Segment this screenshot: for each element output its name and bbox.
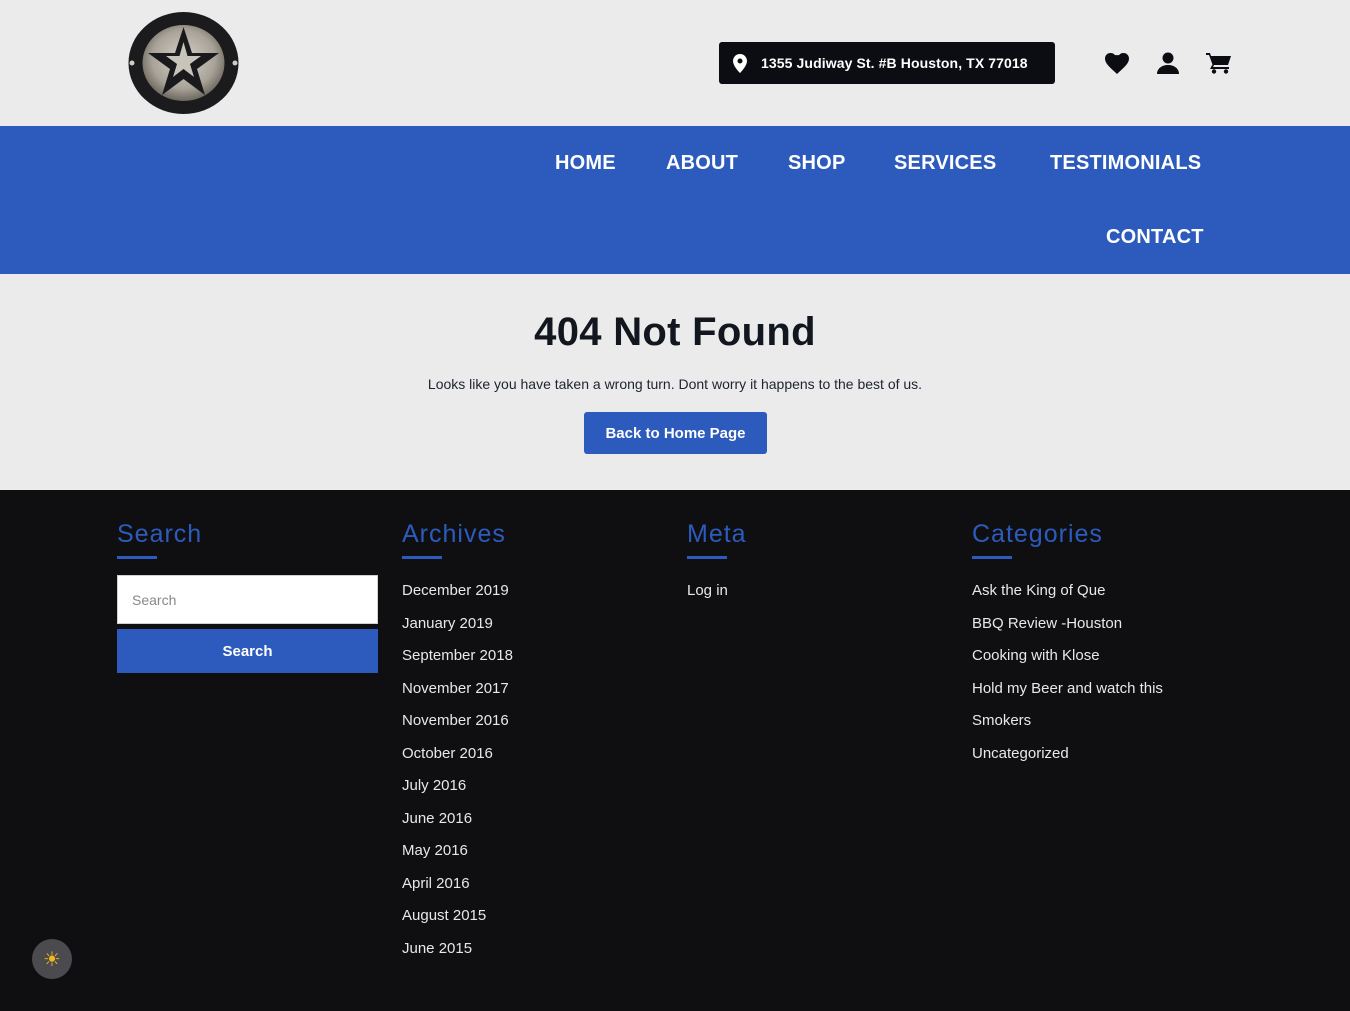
category-link[interactable]: Ask the King of Que (972, 582, 1105, 599)
nav-item-about[interactable]: ABOUT (666, 152, 738, 175)
search-button[interactable]: Search (117, 629, 378, 673)
footer: Search Search Archives December 2019 Jan… (0, 490, 1350, 1011)
archive-link[interactable]: June 2015 (402, 940, 472, 957)
nav-item-home[interactable]: HOME (555, 152, 616, 175)
sun-icon: ☀ (43, 948, 61, 971)
category-link[interactable]: Smokers (972, 712, 1031, 729)
main-navigation: HOME ABOUT SHOP SERVICES TESTIMONIALS CO… (0, 126, 1350, 274)
page-subtitle: Looks like you have taken a wrong turn. … (427, 376, 923, 392)
log-in-link[interactable]: Log in (687, 582, 728, 599)
nav-item-contact[interactable]: CONTACT (1106, 226, 1204, 249)
archive-link[interactable]: August 2015 (402, 907, 486, 924)
heart-icon[interactable] (1104, 50, 1130, 76)
title-underline (687, 556, 727, 559)
title-underline (972, 556, 1012, 559)
address-button[interactable]: 1355 Judiway St. #B Houston, TX 77018 (719, 42, 1055, 84)
title-underline (117, 556, 157, 559)
widget-title: Archives (402, 520, 506, 548)
nav-item-shop[interactable]: SHOP (788, 152, 845, 175)
page-title: 404 Not Found (534, 310, 816, 354)
map-pin-icon (733, 53, 749, 73)
site-logo[interactable] (127, 10, 240, 116)
category-link[interactable]: Hold my Beer and watch this (972, 680, 1163, 697)
widget-title: Search (117, 520, 203, 548)
title-underline (402, 556, 442, 559)
archive-link[interactable]: October 2016 (402, 745, 493, 762)
archive-link[interactable]: November 2017 (402, 680, 509, 697)
header: 1355 Judiway St. #B Houston, TX 77018 (0, 0, 1350, 126)
archive-link[interactable]: April 2016 (402, 875, 470, 892)
widget-title: Categories (972, 520, 1103, 548)
nav-item-services[interactable]: SERVICES (894, 152, 996, 175)
category-link[interactable]: Uncategorized (972, 745, 1069, 762)
archive-link[interactable]: November 2016 (402, 712, 509, 729)
category-link[interactable]: Cooking with Klose (972, 647, 1100, 664)
archive-link[interactable]: September 2018 (402, 647, 513, 664)
nav-item-testimonials[interactable]: TESTIMONIALS (1050, 152, 1201, 175)
back-to-home-button[interactable]: Back to Home Page (584, 412, 767, 454)
user-icon[interactable] (1155, 50, 1181, 76)
archive-link[interactable]: July 2016 (402, 777, 466, 794)
category-link[interactable]: BBQ Review -Houston (972, 615, 1122, 632)
search-input[interactable] (117, 575, 378, 624)
archive-link[interactable]: January 2019 (402, 615, 493, 632)
address-text: 1355 Judiway St. #B Houston, TX 77018 (761, 55, 1028, 71)
archive-link[interactable]: May 2016 (402, 842, 468, 859)
widget-title: Meta (687, 520, 747, 548)
not-found-section: 404 Not Found Looks like you have taken … (0, 274, 1350, 490)
archive-link[interactable]: June 2016 (402, 810, 472, 827)
cart-icon[interactable] (1206, 50, 1232, 76)
archive-link[interactable]: December 2019 (402, 582, 509, 599)
theme-toggle-button[interactable]: ☀ (32, 939, 72, 979)
